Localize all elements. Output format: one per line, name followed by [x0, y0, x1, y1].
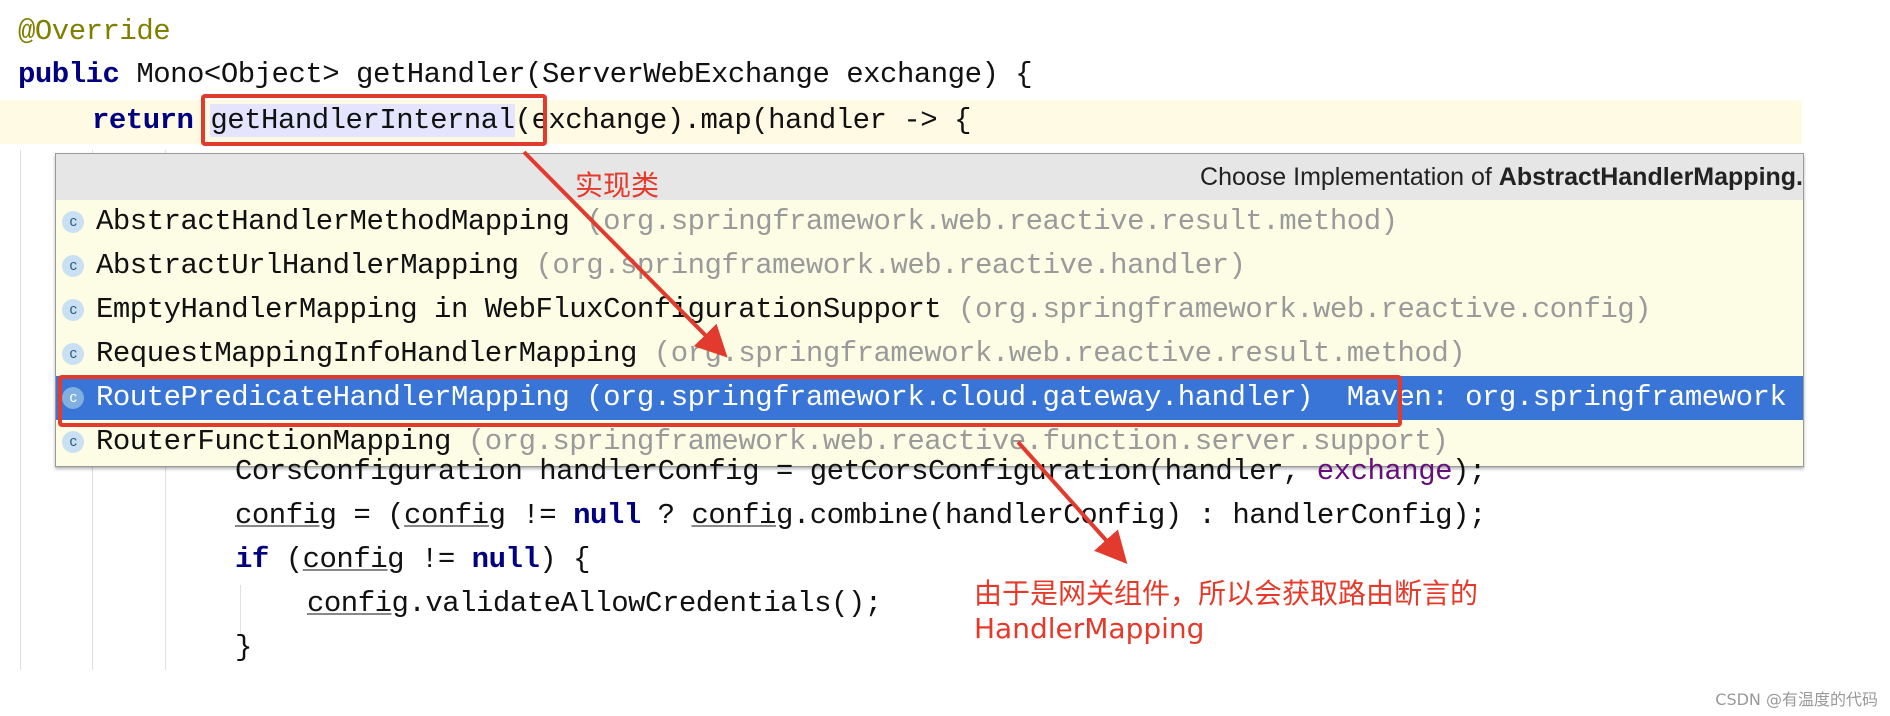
label-explanation: 由于是网关组件，所以会获取路由断言的	[974, 577, 1479, 610]
label-implementation-class: 实现类	[575, 169, 660, 202]
annotation-arrows	[522, 150, 1128, 564]
arrow-2	[1016, 440, 1128, 564]
watermark: CSDN @有温度的代码	[1715, 690, 1878, 709]
label-explanation-2: HandlerMapping	[974, 612, 1205, 645]
